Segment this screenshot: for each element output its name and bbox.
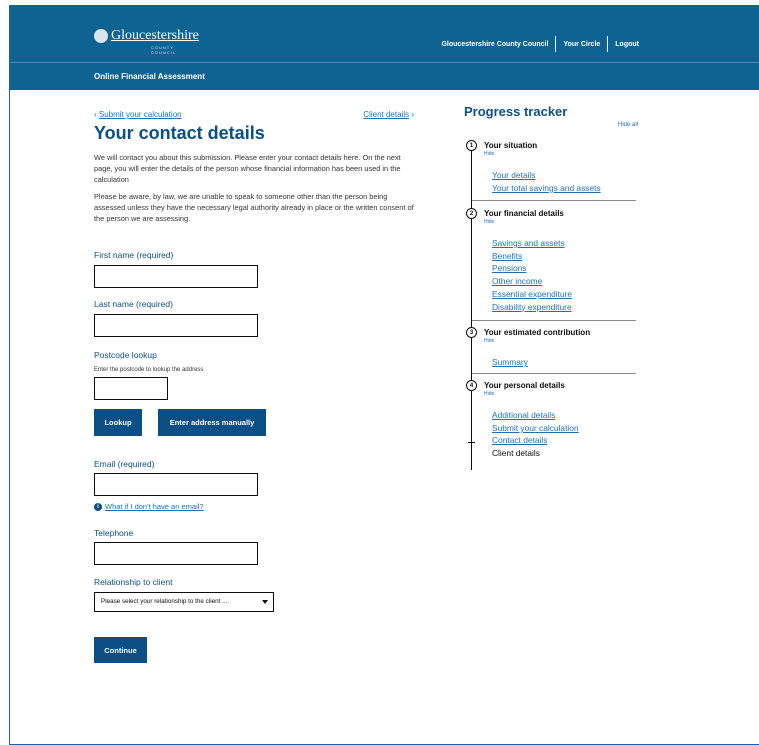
service-bar: Online Financial Assessment [10, 62, 759, 90]
tracker-link-your-details[interactable]: Your details [492, 169, 601, 182]
council-link[interactable]: Gloucestershire County Council [441, 41, 548, 48]
postcode-input[interactable] [94, 377, 168, 400]
tracker-link-other-income[interactable]: Other income [492, 275, 572, 288]
main-content: ‹ Submit your calculation Client details… [94, 110, 414, 224]
last-name-label: Last name (required) [94, 299, 173, 309]
step-title: Your situation [484, 141, 538, 150]
lookup-button[interactable]: Lookup [94, 409, 142, 436]
logo-text: Gloucestershire [111, 28, 199, 43]
divider [472, 320, 636, 321]
step-links: Additional details Submit your calculati… [492, 409, 579, 460]
divider [472, 373, 636, 374]
tracker-link-benefits[interactable]: Benefits [492, 250, 572, 263]
site-header: Gloucestershire COUNTY COUNCIL Glouceste… [10, 6, 759, 62]
step-number: 3 [466, 327, 477, 338]
tracker-title: Progress tracker [464, 104, 568, 119]
divider [555, 36, 557, 52]
step-hide-link[interactable]: Hide [484, 151, 494, 157]
telephone-input[interactable] [94, 542, 258, 565]
tracker-link-pensions[interactable]: Pensions [492, 262, 572, 275]
step-title: Your financial details [484, 209, 564, 218]
email-label: Email (required) [94, 459, 155, 469]
tracker-link-additional-details[interactable]: Additional details [492, 409, 579, 422]
relationship-select-value: Please select your relationship to the c… [101, 598, 228, 605]
step-number: 1 [466, 140, 477, 151]
step-links: Your details Your total savings and asse… [492, 169, 601, 194]
crest-icon [94, 29, 108, 43]
logo-subtext: COUNTY COUNCIL [151, 45, 177, 55]
relationship-label: Relationship to client [94, 577, 173, 587]
last-name-input[interactable] [94, 314, 258, 337]
continue-button[interactable]: Continue [94, 637, 147, 663]
your-circle-link[interactable]: Your Circle [563, 41, 600, 48]
no-email-help[interactable]: i What if I don't have an email? [94, 502, 204, 511]
telephone-label: Telephone [94, 528, 134, 538]
step-links: Savings and assets Benefits Pensions Oth… [492, 237, 572, 313]
logout-link[interactable]: Logout [615, 41, 639, 48]
current-step-marker [468, 442, 475, 443]
step-title: Your estimated contribution [484, 328, 591, 337]
step-hide-link[interactable]: Hide [484, 391, 494, 397]
tracker-link-essential-expenditure[interactable]: Essential expenditure [492, 288, 572, 301]
progress-tracker: Progress tracker Hide all [464, 104, 638, 128]
tracker-link-submit-calculation[interactable]: Submit your calculation [492, 422, 579, 435]
postcode-hint: Enter the postcode to lookup the address [94, 367, 204, 373]
email-input[interactable] [94, 473, 258, 496]
hide-all-link[interactable]: Hide all [618, 122, 638, 128]
tracker-link-disability-expenditure[interactable]: Disability expenditure [492, 301, 572, 314]
step-title: Your personal details [484, 381, 565, 390]
tracker-line [471, 145, 472, 470]
divider [472, 200, 636, 201]
service-title: Online Financial Assessment [94, 72, 205, 81]
step-number: 4 [466, 380, 477, 391]
enter-address-manually-button[interactable]: Enter address manually [158, 409, 266, 436]
page-title: Your contact details [94, 123, 265, 143]
law-note-text: Please be aware, by law, we are unable t… [94, 192, 414, 223]
step-number: 2 [466, 208, 477, 219]
tracker-link-total-savings[interactable]: Your total savings and assets [492, 182, 601, 195]
divider [607, 36, 609, 52]
step-links: Summary [492, 356, 528, 369]
tracker-link-contact-details[interactable]: Contact details [492, 434, 579, 447]
step-hide-link[interactable]: Hide [484, 219, 494, 225]
relationship-select[interactable]: Please select your relationship to the c… [94, 592, 274, 612]
info-icon: i [94, 502, 102, 511]
first-name-label: First name (required) [94, 250, 174, 260]
chevron-down-icon [262, 600, 268, 604]
no-email-link[interactable]: What if I don't have an email? [105, 502, 204, 511]
council-logo[interactable]: Gloucestershire COUNTY COUNCIL [94, 28, 199, 55]
tracker-link-summary[interactable]: Summary [492, 356, 528, 369]
back-link[interactable]: ‹ Submit your calculation [94, 110, 182, 119]
postcode-label: Postcode lookup [94, 350, 157, 360]
header-links: Gloucestershire County Council Your Circ… [441, 36, 639, 52]
tracker-link-savings-assets[interactable]: Savings and assets [492, 237, 572, 250]
first-name-input[interactable] [94, 265, 258, 288]
step-hide-link[interactable]: Hide [484, 338, 494, 344]
forward-link[interactable]: Client details › [363, 110, 414, 119]
intro-text: We will contact you about this submissio… [94, 153, 401, 184]
step-navigation: ‹ Submit your calculation Client details… [94, 110, 414, 119]
tracker-current-client-details: Client details [492, 448, 540, 459]
chevron-right-icon: › [409, 110, 414, 119]
